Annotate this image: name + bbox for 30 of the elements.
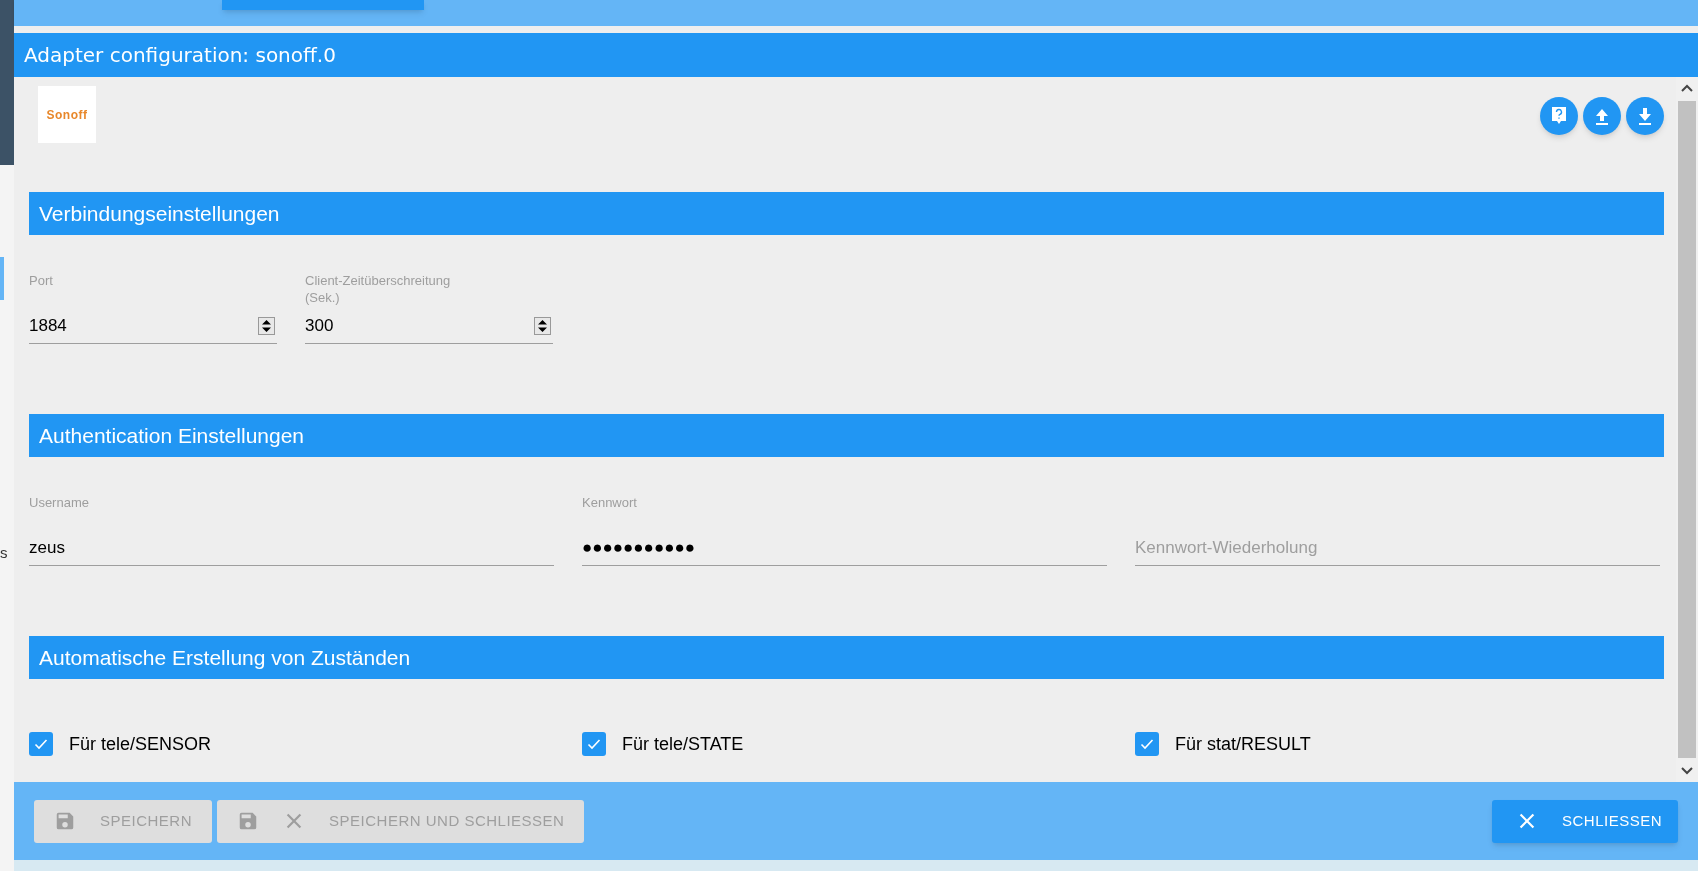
checkbox-label: Für stat/RESULT xyxy=(1175,732,1311,756)
text-field[interactable]: Kennwort-Wiederholung xyxy=(1135,534,1660,561)
section-header: Authentication Einstellungen xyxy=(29,414,1664,457)
checkbox[interactable] xyxy=(29,732,53,756)
scrollbar-thumb[interactable] xyxy=(1678,101,1696,758)
checkbox[interactable] xyxy=(582,732,606,756)
download-button[interactable] xyxy=(1626,97,1664,135)
upload-button[interactable] xyxy=(1583,97,1621,135)
number-field[interactable]: 1884 xyxy=(29,312,258,339)
field-label: Kennwort xyxy=(582,494,638,511)
checkbox-label: Für tele/SENSOR xyxy=(69,732,212,756)
spinner-icon[interactable] xyxy=(258,316,275,335)
checkbox[interactable] xyxy=(1135,732,1159,756)
help-button[interactable] xyxy=(1540,97,1578,135)
section-header: Automatische Erstellung von Zuständen xyxy=(29,636,1664,679)
section-header: Verbindungseinstellungen xyxy=(29,192,1664,235)
dialog-title: Adapter configuration: sonoff.0 xyxy=(24,42,336,69)
number-field[interactable]: 300 xyxy=(305,312,534,339)
upload-icon xyxy=(1593,107,1611,125)
text-field[interactable]: zeus xyxy=(29,534,554,561)
field-label: Username xyxy=(29,494,90,511)
checkbox-label: Für tele/STATE xyxy=(622,732,744,756)
spinner-icon[interactable] xyxy=(534,316,551,335)
field-label: Port xyxy=(29,272,54,289)
field-label: Client-Zeitüberschreitung (Sek.) xyxy=(305,272,452,306)
download-icon xyxy=(1636,107,1654,125)
logo: Sonoff xyxy=(38,86,96,143)
partial-text: s xyxy=(0,544,8,562)
text-field[interactable]: ●●●●●●●●●●● xyxy=(582,534,1107,561)
help-icon xyxy=(1550,106,1568,126)
